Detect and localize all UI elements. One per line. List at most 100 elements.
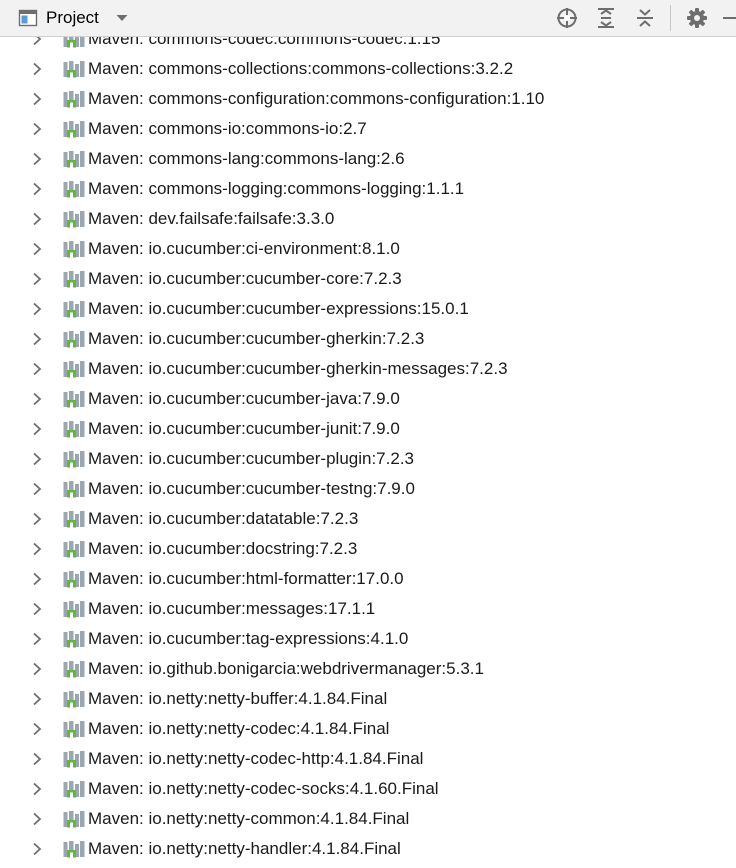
tree-node[interactable]: Maven: io.github.bonigarcia:webdriverman… [0,654,736,684]
expand-all-button[interactable] [593,5,619,31]
tree-node[interactable]: Maven: io.cucumber:messages:17.1.1 [0,594,736,624]
chevron-right-icon[interactable] [31,842,43,856]
tree-node[interactable]: Maven: io.cucumber:cucumber-java:7.9.0 [0,384,736,414]
tree-node-label: Maven: io.cucumber:tag-expressions:4.1.0 [88,629,409,648]
locate-button[interactable] [554,5,580,31]
library-icon [63,301,85,318]
collapse-all-button[interactable] [632,5,658,31]
chevron-right-icon[interactable] [31,242,43,256]
tree-node[interactable]: Maven: commons-logging:commons-logging:1… [0,174,736,204]
chevron-right-icon[interactable] [31,272,43,286]
project-view-icon [18,9,38,27]
chevron-right-icon[interactable] [31,182,43,196]
chevron-right-icon[interactable] [31,422,43,436]
tree-node-label: Maven: io.netty:netty-codec-http:4.1.84.… [88,749,424,768]
chevron-right-icon[interactable] [31,152,43,166]
chevron-right-icon[interactable] [31,452,43,466]
chevron-right-icon[interactable] [31,752,43,766]
chevron-right-icon[interactable] [31,392,43,406]
library-icon [63,751,85,768]
chevron-right-icon[interactable] [31,62,43,76]
chevron-right-icon[interactable] [31,362,43,376]
tree-node[interactable]: Maven: io.cucumber:cucumber-gherkin:7.2.… [0,324,736,354]
library-icon [63,661,85,678]
tree-node[interactable]: Maven: io.netty:netty-common:4.1.84.Fina… [0,804,736,834]
chevron-right-icon[interactable] [31,302,43,316]
project-toolbar: Project [0,0,736,37]
chevron-right-icon[interactable] [31,512,43,526]
tree-node[interactable]: Maven: io.netty:netty-handler:4.1.84.Fin… [0,834,736,864]
chevron-right-icon[interactable] [31,662,43,676]
library-icon [63,361,85,378]
chevron-right-icon[interactable] [31,722,43,736]
library-icon [63,211,85,228]
dependency-tree: Maven: commons-codec:commons-codec:1.15 … [0,24,736,864]
library-icon [63,151,85,168]
settings-button[interactable] [684,5,710,31]
library-icon [63,181,85,198]
tree-node-label: Maven: commons-lang:commons-lang:2.6 [88,149,405,168]
tree-node[interactable]: Maven: io.netty:netty-buffer:4.1.84.Fina… [0,684,736,714]
library-icon [63,481,85,498]
library-icon [63,91,85,108]
library-icon [63,61,85,78]
chevron-right-icon[interactable] [31,122,43,136]
tree-node-label: Maven: io.cucumber:docstring:7.2.3 [88,539,358,558]
tree-node[interactable]: Maven: io.netty:netty-codec-socks:4.1.60… [0,774,736,804]
library-icon [63,571,85,588]
tree-node[interactable]: Maven: io.cucumber:cucumber-expressions:… [0,294,736,324]
library-icon [63,721,85,738]
tree-node[interactable]: Maven: io.cucumber:ci-environment:8.1.0 [0,234,736,264]
tree-node-label: Maven: io.netty:netty-handler:4.1.84.Fin… [88,839,401,858]
library-icon [63,841,85,858]
tree-node-label: Maven: dev.failsafe:failsafe:3.3.0 [88,209,335,228]
minimize-icon [723,17,736,19]
tree-node-label: Maven: io.netty:netty-buffer:4.1.84.Fina… [88,689,388,708]
tree-node[interactable]: Maven: dev.failsafe:failsafe:3.3.0 [0,204,736,234]
library-icon [63,331,85,348]
chevron-down-icon[interactable] [115,11,129,25]
tree-node[interactable]: Maven: io.cucumber:html-formatter:17.0.0 [0,564,736,594]
chevron-right-icon[interactable] [31,542,43,556]
chevron-right-icon[interactable] [31,782,43,796]
tree-node[interactable]: Maven: io.cucumber:datatable:7.2.3 [0,504,736,534]
library-icon [63,451,85,468]
chevron-right-icon[interactable] [31,482,43,496]
tree-node-label: Maven: io.github.bonigarcia:webdriverman… [88,659,484,678]
tree-node[interactable]: Maven: io.cucumber:cucumber-plugin:7.2.3 [0,444,736,474]
tree-node-label: Maven: commons-logging:commons-logging:1… [88,179,465,198]
tree-node-label: Maven: io.netty:netty-codec-socks:4.1.60… [88,779,439,798]
tree-node[interactable]: Maven: io.cucumber:tag-expressions:4.1.0 [0,624,736,654]
tree-node[interactable]: Maven: io.cucumber:cucumber-junit:7.9.0 [0,414,736,444]
chevron-right-icon[interactable] [31,572,43,586]
chevron-right-icon[interactable] [31,92,43,106]
tree-node-label: Maven: io.cucumber:cucumber-core:7.2.3 [88,269,402,288]
tree-node[interactable]: Maven: commons-lang:commons-lang:2.6 [0,144,736,174]
tree-node[interactable]: Maven: commons-collections:commons-colle… [0,54,736,84]
chevron-right-icon[interactable] [31,692,43,706]
collapse-all-icon [637,9,653,27]
tree-node[interactable]: Maven: io.cucumber:cucumber-gherkin-mess… [0,354,736,384]
chevron-right-icon[interactable] [31,332,43,346]
chevron-right-icon[interactable] [31,632,43,646]
library-icon [63,631,85,648]
tree-node[interactable]: Maven: commons-configuration:commons-con… [0,84,736,114]
library-icon [63,241,85,258]
tree-node[interactable]: Maven: io.netty:netty-codec-http:4.1.84.… [0,744,736,774]
minimize-button[interactable] [720,5,736,31]
tree-node-label: Maven: commons-configuration:commons-con… [88,89,545,108]
expand-all-icon [598,8,614,28]
chevron-right-icon[interactable] [31,602,43,616]
project-tool-window: Project Maven: commons-codec:commons-cod… [0,0,736,868]
tree-node[interactable]: Maven: io.netty:netty-codec:4.1.84.Final [0,714,736,744]
tree-node-label: Maven: io.cucumber:cucumber-junit:7.9.0 [88,419,400,438]
library-icon [63,691,85,708]
chevron-right-icon[interactable] [31,212,43,226]
tree-node[interactable]: Maven: io.cucumber:cucumber-core:7.2.3 [0,264,736,294]
chevron-right-icon[interactable] [31,812,43,826]
tree-node[interactable]: Maven: io.cucumber:docstring:7.2.3 [0,534,736,564]
project-view-selector[interactable]: Project [18,0,129,36]
tree-node[interactable]: Maven: io.cucumber:cucumber-testng:7.9.0 [0,474,736,504]
tree-node-label: Maven: io.cucumber:html-formatter:17.0.0 [88,569,404,588]
tree-node[interactable]: Maven: commons-io:commons-io:2.7 [0,114,736,144]
